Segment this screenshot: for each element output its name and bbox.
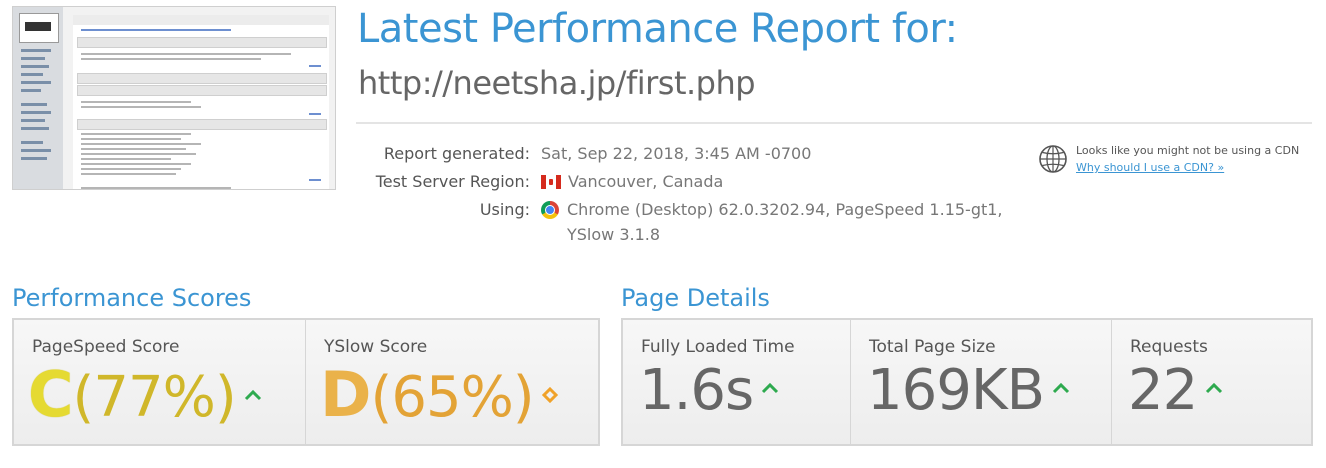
yslow-grade: D xyxy=(320,358,371,431)
fully-loaded-time-label: Fully Loaded Time xyxy=(641,337,795,357)
requests-value: 22 xyxy=(1128,358,1198,423)
globe-icon xyxy=(1039,145,1067,173)
using-value-line2: YSlow 3.1.8 xyxy=(567,225,661,244)
report-generated-value: Sat, Sep 22, 2018, 3:45 AM -0700 xyxy=(541,144,812,163)
arrow-up-icon xyxy=(1206,382,1223,393)
fully-loaded-time-value-row: 1.6s xyxy=(639,358,779,423)
cdn-message: Looks like you might not be using a CDN xyxy=(1076,144,1300,157)
pagespeed-score-label: PageSpeed Score xyxy=(32,337,180,357)
thumbnail-logo xyxy=(19,13,59,43)
pagespeed-grade: C xyxy=(28,358,74,431)
arrow-up-icon xyxy=(244,389,261,400)
yslow-score-card: YSlow Score D(65%) xyxy=(306,320,597,444)
pagespeed-score-value: C(77%) xyxy=(28,358,262,431)
region-value-row: Vancouver, Canada xyxy=(541,172,723,191)
diamond-icon xyxy=(541,386,558,403)
requests-label: Requests xyxy=(1130,337,1208,357)
total-page-size-value-row: 169KB xyxy=(867,358,1070,423)
using-label: Using: xyxy=(479,200,530,219)
using-value-line1: Chrome (Desktop) 62.0.3202.94, PageSpeed… xyxy=(567,200,1003,219)
page-screenshot-thumbnail xyxy=(12,6,336,190)
yslow-score-value: D(65%) xyxy=(320,358,558,431)
pagespeed-score-card: PageSpeed Score C(77%) xyxy=(14,320,306,444)
region-value: Vancouver, Canada xyxy=(568,172,724,191)
page-title: Latest Performance Report for: xyxy=(357,6,958,52)
page-details-panel: Fully Loaded Time 1.6s Total Page Size 1… xyxy=(621,318,1313,446)
thumbnail-content xyxy=(73,15,329,189)
yslow-score-label: YSlow Score xyxy=(324,337,428,357)
region-label: Test Server Region: xyxy=(375,172,530,191)
requests-value-row: 22 xyxy=(1128,358,1223,423)
using-value-row: Chrome (Desktop) 62.0.3202.94, PageSpeed… xyxy=(541,200,1003,219)
arrow-up-icon xyxy=(1052,382,1070,393)
chrome-icon xyxy=(541,201,559,219)
report-generated-label: Report generated: xyxy=(383,144,530,163)
header-divider xyxy=(356,122,1312,124)
fully-loaded-time-card: Fully Loaded Time 1.6s xyxy=(623,320,851,444)
cdn-info-link[interactable]: Why should I use a CDN? » xyxy=(1076,161,1224,174)
yslow-percent: (65%) xyxy=(370,365,534,430)
total-page-size-label: Total Page Size xyxy=(869,337,996,357)
total-page-size-value: 169KB xyxy=(867,358,1045,423)
total-page-size-card: Total Page Size 169KB xyxy=(851,320,1112,444)
arrow-up-icon xyxy=(762,382,779,393)
canada-flag-icon xyxy=(541,175,561,189)
page-details-title: Page Details xyxy=(621,284,770,312)
performance-scores-title: Performance Scores xyxy=(12,284,252,312)
requests-card: Requests 22 xyxy=(1112,320,1309,444)
tested-url[interactable]: http://neetsha.jp/first.php xyxy=(358,64,756,102)
pagespeed-percent: (77%) xyxy=(72,365,237,430)
performance-scores-panel: PageSpeed Score C(77%) YSlow Score D(65%… xyxy=(12,318,600,446)
thumbnail-sidebar xyxy=(13,7,63,189)
fully-loaded-time-value: 1.6s xyxy=(639,358,754,423)
